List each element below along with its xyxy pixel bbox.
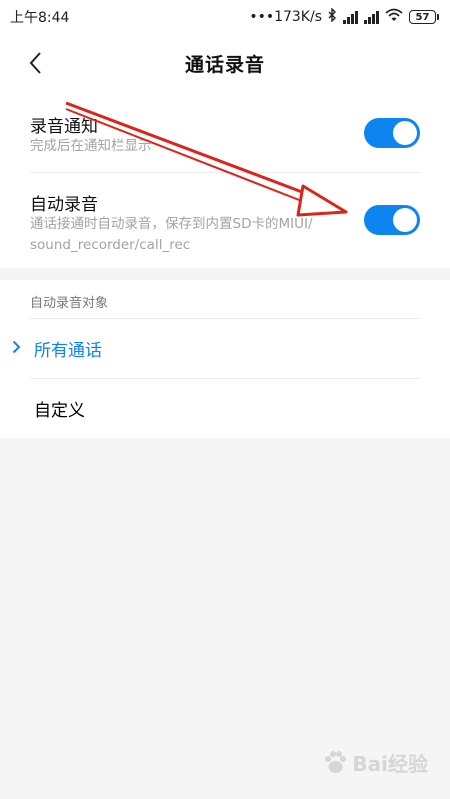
setting-row-record-notification: 录音通知 完成后在通知栏显示 bbox=[0, 92, 450, 172]
option-label: 所有通话 bbox=[34, 341, 102, 361]
signal-strength-icon-2 bbox=[364, 10, 379, 24]
watermark-text: Bai经验 bbox=[352, 752, 428, 776]
status-time: 上午8:44 bbox=[10, 10, 70, 26]
screen: 上午8:44 •••173K/s 57 通话录音 录音通知 完成后在通知栏显示 … bbox=[0, 0, 450, 799]
status-icons: •••173K/s 57 bbox=[249, 7, 439, 26]
setting-title: 录音通知 bbox=[30, 117, 98, 137]
back-button[interactable] bbox=[18, 48, 52, 78]
option-custom[interactable]: 自定义 bbox=[0, 380, 450, 438]
header: 通话录音 bbox=[0, 34, 450, 92]
record-notification-toggle[interactable] bbox=[364, 118, 420, 148]
option-all-calls[interactable]: 所有通话 bbox=[0, 320, 450, 378]
settings-card: 录音通知 完成后在通知栏显示 自动录音 通话接通时自动录音，保存到内置SD卡的M… bbox=[0, 92, 450, 268]
wifi-icon bbox=[385, 8, 403, 26]
auto-record-toggle[interactable] bbox=[364, 205, 420, 235]
signal-strength-icon bbox=[343, 10, 358, 24]
watermark: Bai经验 bbox=[322, 748, 428, 777]
setting-description-line2: sound_recorder/call_rec bbox=[30, 237, 191, 253]
setting-description: 完成后在通知栏显示 bbox=[30, 138, 152, 154]
auto-record-target-card: 自动录音对象 所有通话 自定义 bbox=[0, 280, 450, 438]
option-label: 自定义 bbox=[34, 401, 85, 421]
status-bar: 上午8:44 •••173K/s 57 bbox=[0, 0, 450, 34]
battery-icon: 57 bbox=[409, 10, 439, 24]
setting-row-auto-record: 自动录音 通话接通时自动录音，保存到内置SD卡的MIUI/ sound_reco… bbox=[0, 172, 450, 268]
setting-description-line1: 通话接通时自动录音，保存到内置SD卡的MIUI/ bbox=[30, 216, 313, 232]
bluetooth-icon bbox=[328, 7, 337, 26]
setting-title: 自动录音 bbox=[30, 195, 98, 215]
section-header: 自动录音对象 bbox=[30, 296, 109, 311]
page-title: 通话录音 bbox=[184, 53, 265, 76]
divider bbox=[30, 318, 420, 319]
network-speed: •••173K/s bbox=[249, 9, 322, 25]
divider bbox=[30, 378, 420, 379]
paw-logo-icon bbox=[325, 750, 347, 773]
chevron-left-icon bbox=[29, 52, 41, 74]
chevron-right-icon bbox=[12, 340, 21, 354]
